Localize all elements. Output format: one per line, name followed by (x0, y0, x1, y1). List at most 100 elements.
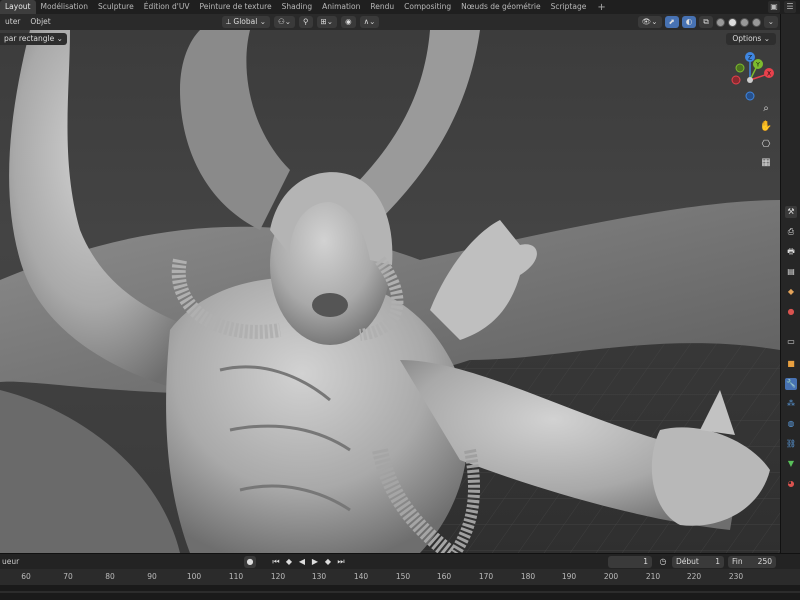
next-keyframe-icon[interactable]: ◆ (322, 556, 334, 568)
play-icon[interactable]: ▶ (309, 556, 321, 568)
transform-orientation-dropdown[interactable]: ⟂ Global ⌄ (222, 16, 270, 28)
current-frame-field[interactable]: 1 (608, 556, 652, 568)
chevron-down-icon: ⌄ (54, 34, 63, 43)
end-frame-field[interactable]: Fin 250 (728, 556, 776, 568)
menu-view[interactable]: uter (0, 14, 25, 30)
add-workspace-button[interactable]: + (591, 2, 611, 13)
tab-scriptage[interactable]: Scriptage (546, 0, 592, 14)
pivot-icon: ⚇⌄ (278, 17, 292, 26)
options-dropdown[interactable]: Options ⌄ (726, 33, 776, 45)
tab-compositing[interactable]: Compositing (399, 0, 456, 14)
tool-icon[interactable]: ⚒ (785, 206, 797, 218)
zoom-icon[interactable]: ⌕ (759, 102, 773, 116)
overlays-toggle[interactable]: ◐ (681, 16, 697, 28)
scene-icon[interactable]: ◆ (785, 286, 797, 298)
snap-toggle[interactable]: ⚲ (299, 16, 313, 28)
play-reverse-icon[interactable]: ◀ (296, 556, 308, 568)
shading-solid-button[interactable] (727, 17, 737, 27)
falloff-icon: ∧⌄ (363, 17, 376, 26)
start-frame-field[interactable]: Début 1 (672, 556, 724, 568)
marker-menu[interactable]: ueur (2, 554, 19, 570)
tab-peinture-texture[interactable]: Peinture de texture (194, 0, 276, 14)
ruler-tick: 200 (603, 572, 619, 581)
ruler-tick: 80 (105, 572, 115, 581)
start-frame-label: Début (676, 557, 699, 566)
start-frame-value: 1 (715, 557, 720, 566)
perspective-grid-icon[interactable]: ▦ (759, 156, 773, 170)
gizmo-z-label: Z (748, 55, 752, 62)
menu-object[interactable]: Objet (25, 14, 55, 30)
world-icon[interactable]: ● (785, 306, 797, 318)
chevron-down-icon: ⌄ (761, 34, 770, 43)
render-icon[interactable]: ⎙ (785, 226, 797, 238)
constraints-icon[interactable]: ⛓ (785, 438, 797, 450)
ruler-tick: 210 (645, 572, 661, 581)
material-icon[interactable]: ◕ (785, 478, 797, 490)
gizmo-icon: ⬈ (668, 17, 675, 26)
tab-modelisation[interactable]: Modélisation (36, 0, 93, 14)
options-label: Options (732, 34, 762, 43)
tab-noeuds-geometrie[interactable]: Nœuds de géométrie (456, 0, 545, 14)
overlays-icon: ◐ (685, 17, 693, 26)
shading-options-dropdown[interactable]: ⌄ (763, 16, 778, 28)
gizmo-y-label: Y (755, 62, 760, 69)
camera-icon[interactable]: ⎔ (759, 138, 773, 152)
data-triangle-icon[interactable]: ▼ (785, 458, 797, 470)
timeline-track-area[interactable] (0, 585, 800, 600)
ruler-tick: 90 (147, 572, 157, 581)
tab-sculpture[interactable]: Sculpture (93, 0, 139, 14)
ruler-tick: 170 (478, 572, 494, 581)
view-layer-icon[interactable]: ▤ (785, 266, 797, 278)
view-layer-icon[interactable]: ☰ (784, 1, 796, 13)
timeline-header: ueur ● ⏮ ◆ ◀ ▶ ◆ ⏭ 1 ◷ Début 1 Fin 250 (0, 553, 800, 569)
jump-end-icon[interactable]: ⏭ (335, 556, 347, 568)
magnet-icon: ⚲ (303, 17, 309, 26)
snap-target-dropdown[interactable]: ⊞⌄ (316, 16, 338, 28)
timeline-scrollbar[interactable] (0, 591, 800, 593)
ruler-tick: 180 (520, 572, 536, 581)
record-icon[interactable]: ● (244, 556, 256, 568)
ruler-tick: 70 (63, 572, 73, 581)
shading-rendered-button[interactable] (751, 17, 761, 27)
jump-start-icon[interactable]: ⏮ (270, 556, 282, 568)
proportional-edit-toggle[interactable]: ◉ (341, 16, 356, 28)
scene-icon[interactable]: ▣ (768, 1, 780, 13)
ruler-tick: 140 (353, 572, 369, 581)
tab-shading[interactable]: Shading (277, 0, 317, 14)
ruler-tick: 230 (728, 572, 744, 581)
visibility-dropdown[interactable]: 👁⌄ (637, 16, 662, 28)
tab-rendu[interactable]: Rendu (365, 0, 399, 14)
proportional-icon: ◉ (345, 17, 352, 26)
ruler-tick: 60 (21, 572, 31, 581)
gizmo-toggle[interactable]: ⬈ (664, 16, 679, 28)
proportional-falloff-dropdown[interactable]: ∧⌄ (359, 16, 380, 28)
shading-wireframe-button[interactable] (715, 17, 725, 27)
modifier-wrench-icon[interactable]: 🔧 (785, 378, 797, 390)
orientation-label: Global (233, 17, 258, 26)
3d-viewport[interactable]: par rectangle ⌄ Options ⌄ Z X Y ⌕ ✋ ⎔ ▦ (0, 30, 780, 553)
physics-icon[interactable]: ◍ (785, 418, 797, 430)
chevron-down-icon: ⌄ (767, 17, 774, 26)
pan-hand-icon[interactable]: ✋ (759, 120, 773, 134)
timeline-ruler[interactable]: 60 70 80 90 100 110 120 130 140 150 160 … (0, 569, 800, 585)
properties-tab-strip: ⚒ ⎙ 🖶 ▤ ◆ ● ▭ ■ 🔧 ⁂ ◍ ⛓ ▼ ◕ (780, 14, 800, 553)
gizmo-x-label: X (767, 71, 771, 78)
ruler-tick: 160 (436, 572, 452, 581)
clock-icon[interactable]: ◷ (657, 556, 669, 568)
ruler-tick: 190 (561, 572, 577, 581)
tab-animation[interactable]: Animation (317, 0, 365, 14)
ruler-tick: 130 (311, 572, 327, 581)
xray-toggle[interactable]: ⧉ (699, 16, 713, 28)
tab-edition-uv[interactable]: Édition d'UV (139, 0, 195, 14)
chevron-down-icon: ⌄ (257, 17, 266, 26)
object-icon[interactable]: ■ (785, 358, 797, 370)
pivot-point-dropdown[interactable]: ⚇⌄ (274, 16, 296, 28)
particles-icon[interactable]: ⁂ (785, 398, 797, 410)
select-mode-dropdown[interactable]: par rectangle ⌄ (0, 33, 67, 45)
output-icon[interactable]: 🖶 (785, 246, 797, 258)
shading-material-button[interactable] (739, 17, 749, 27)
tab-layout[interactable]: Layout (0, 0, 36, 14)
navigation-gizmo[interactable]: Z X Y (724, 50, 780, 106)
prev-keyframe-icon[interactable]: ◆ (283, 556, 295, 568)
collection-icon[interactable]: ▭ (785, 336, 797, 348)
